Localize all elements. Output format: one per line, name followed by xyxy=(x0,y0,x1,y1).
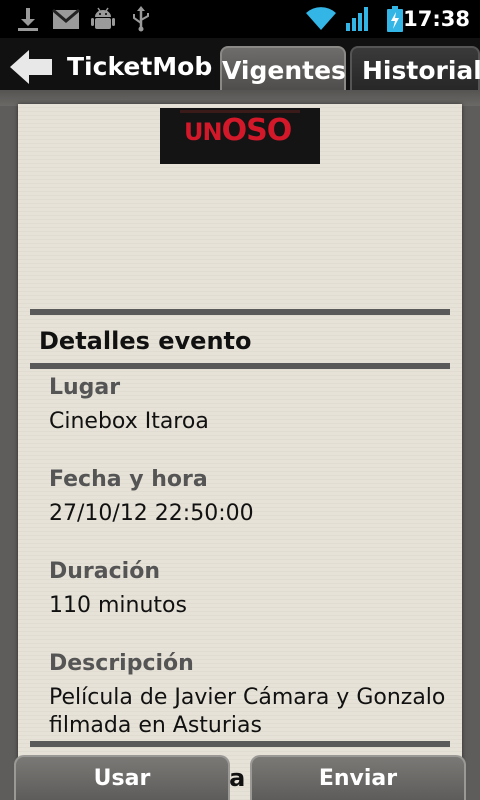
tab-vigentes[interactable]: Vigentes xyxy=(220,46,346,92)
poster-title: UNOSO xyxy=(184,116,292,146)
poster-title-small: UN xyxy=(184,118,223,146)
battery-charging-icon xyxy=(387,6,403,32)
field-value-duracion: 110 minutos xyxy=(49,593,187,618)
section-divider-bottom xyxy=(30,363,450,369)
field-value-descripcion: Película de Javier Cámara y Gonzalo film… xyxy=(49,685,446,738)
app-title: TicketMob xyxy=(67,52,213,81)
field-label-descripcion: Descripción xyxy=(49,651,194,676)
section-title: Detalles evento xyxy=(39,327,252,355)
field-label-lugar: Lugar xyxy=(49,375,121,400)
arrow-left-icon[interactable] xyxy=(8,48,54,86)
wifi-icon xyxy=(306,7,336,30)
field-label-duracion: Duración xyxy=(49,559,160,584)
field-label-fecha: Fecha y hora xyxy=(49,467,208,492)
signal-icon xyxy=(346,7,368,31)
screen: 17:38 TicketMob Vigentes Historial UNOSO… xyxy=(0,0,480,800)
section-divider-top xyxy=(30,309,450,315)
event-poster: UNOSO xyxy=(160,108,320,164)
send-button[interactable]: Enviar xyxy=(250,755,466,800)
gmail-icon xyxy=(52,8,80,29)
poster-title-big: OSO xyxy=(221,113,293,148)
usb-icon xyxy=(133,6,149,32)
download-icon xyxy=(18,8,38,31)
content-divider-bottom xyxy=(30,741,450,747)
event-details-panel[interactable]: UNOSO Detalles evento Lugar Cinebox Itar… xyxy=(18,104,462,800)
field-value-lugar: Cinebox Itaroa xyxy=(49,409,209,434)
field-value-fecha: 27/10/12 22:50:00 xyxy=(49,501,254,526)
tab-historial[interactable]: Historial xyxy=(350,46,480,92)
status-time: 17:38 xyxy=(403,7,470,31)
android-debug-icon xyxy=(91,7,115,29)
status-bar: 17:38 xyxy=(0,0,480,38)
action-bar: TicketMob Vigentes Historial xyxy=(0,38,480,92)
use-button[interactable]: Usar xyxy=(14,755,230,800)
